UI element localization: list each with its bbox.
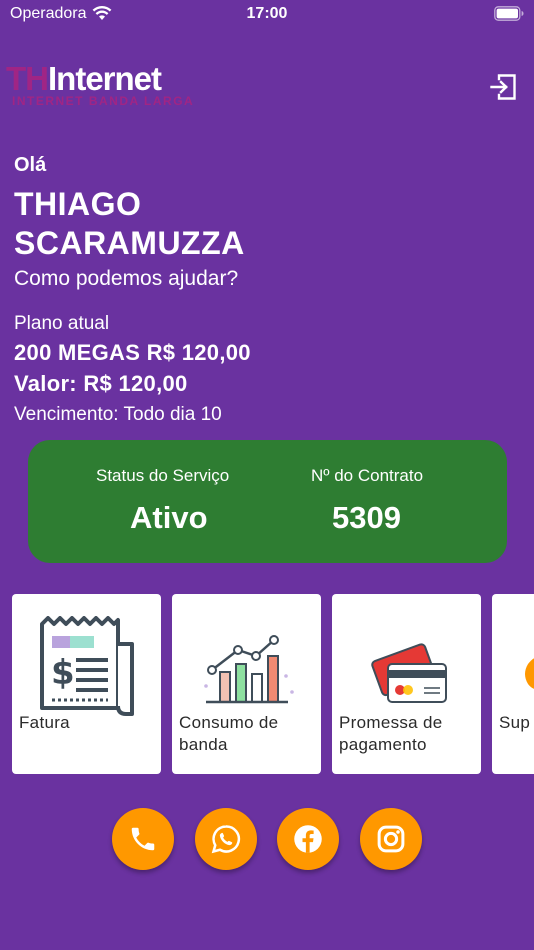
logout-button[interactable] (488, 72, 518, 102)
contract-number-label: Nº do Contrato (311, 466, 424, 485)
logo-tagline: INTERNET BANDA LARGA (12, 94, 195, 108)
menu-card-label: Fatura (19, 713, 70, 732)
greeting-text: Olá (14, 154, 47, 176)
menu-card-invoice[interactable]: $ Fatura (12, 594, 161, 774)
facebook-button[interactable] (277, 808, 339, 870)
logo-prefix: TH (6, 60, 49, 97)
clock: 17:00 (246, 5, 288, 22)
status-bar: Operadora 17:00 (0, 0, 534, 30)
service-status-card: Status do Serviço Ativo Nº do Contrato 5… (28, 440, 507, 563)
service-status-value: Ativo (130, 500, 208, 535)
svg-text:$: $ (51, 653, 75, 693)
help-question: Como podemos ajudar? (14, 267, 239, 290)
credit-card-icon (371, 643, 447, 703)
invoice-icon: $ (40, 616, 134, 716)
user-name: THIAGO SCARAMUZZA (14, 186, 245, 261)
menu-card-payment-promise[interactable]: Promessa de pagamento (332, 594, 481, 774)
whatsapp-button[interactable] (195, 808, 257, 870)
instagram-button[interactable] (360, 808, 422, 870)
instagram-icon (377, 825, 405, 853)
menu-card-label: Promessa de pagamento (339, 713, 443, 754)
phone-button[interactable] (112, 808, 174, 870)
phone-icon (131, 827, 155, 851)
due-date: Vencimento: Todo dia 10 (14, 404, 222, 425)
plan-name: 200 MEGAS R$ 120,00 (14, 340, 251, 365)
bandwidth-chart-icon (204, 635, 294, 704)
menu-card-bandwidth[interactable]: Consumo de banda (172, 594, 321, 774)
whatsapp-icon (211, 825, 241, 854)
contract-number-value: 5309 (332, 500, 401, 535)
logo-main-text: Internet (48, 60, 162, 97)
support-icon (525, 658, 534, 689)
menu-carousel[interactable]: $ Fatura Consumo de banda Promessa de pa… (0, 594, 534, 774)
menu-card-support[interactable]: Sup (492, 594, 534, 774)
battery-icon (494, 6, 524, 21)
facebook-icon (294, 825, 322, 853)
app-logo: THInternet INTERNET BANDA LARGA (6, 60, 226, 112)
logout-icon (490, 74, 516, 100)
plan-value: Valor: R$ 120,00 (14, 371, 188, 396)
service-status-label: Status do Serviço (96, 466, 230, 485)
menu-card-label: Consumo de banda (179, 713, 279, 754)
plan-label: Plano atual (14, 313, 110, 334)
menu-card-label: Sup (499, 713, 531, 732)
